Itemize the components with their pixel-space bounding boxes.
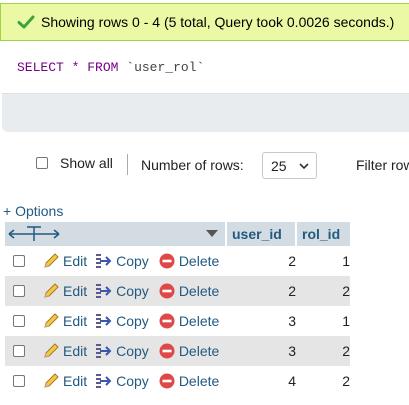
copy-label: Copy [116, 313, 149, 329]
table-row: Edit Copy [5, 276, 350, 306]
row-checkbox[interactable] [13, 255, 25, 267]
copy-icon [96, 374, 112, 388]
copy-icon [96, 254, 112, 268]
delete-link[interactable]: Delete [158, 252, 219, 270]
row-actions-cell: Edit Copy Delete [5, 366, 226, 396]
show-all-label[interactable]: Show all [60, 155, 113, 171]
copy-link[interactable]: Copy [94, 252, 149, 270]
delete-label: Delete [178, 373, 220, 389]
copy-icon [96, 314, 112, 328]
sql-keyword-select: SELECT [17, 60, 64, 75]
edit-link[interactable]: Edit [42, 282, 87, 300]
show-all-checkbox[interactable] [36, 157, 48, 169]
delete-icon [159, 373, 175, 389]
edit-link[interactable]: Edit [42, 312, 87, 330]
delete-label: Delete [178, 343, 220, 359]
edit-link[interactable]: Edit [42, 252, 87, 270]
edit-label: Edit [63, 283, 88, 299]
sql-star: * [71, 60, 80, 75]
number-of-rows-select[interactable]: 25 [262, 152, 317, 179]
edit-link[interactable]: Edit [42, 372, 87, 390]
cell-rol-id[interactable]: 2 [296, 366, 350, 396]
delete-label: Delete [178, 253, 220, 269]
chevron-down-icon [299, 163, 309, 170]
separator [127, 154, 128, 175]
cell-user-id[interactable]: 3 [226, 306, 296, 336]
cell-user-id[interactable]: 3 [226, 336, 296, 366]
number-of-rows-label: Number of rows: [141, 157, 244, 173]
delete-icon [159, 253, 175, 269]
edit-label: Edit [63, 343, 88, 359]
sort-dropdown-icon[interactable] [206, 230, 218, 237]
column-resize-arrows-icon[interactable] [8, 226, 60, 241]
column-header-rol-id[interactable]: rol_id [296, 222, 350, 246]
row-actions-cell: Edit Copy Delete [5, 306, 226, 336]
success-message-text: Showing rows 0 - 4 (5 total, Query took … [41, 14, 395, 30]
row-checkbox[interactable] [13, 315, 25, 327]
cell-rol-id[interactable]: 2 [296, 336, 350, 366]
delete-label: Delete [178, 313, 220, 329]
delete-label: Delete [178, 283, 220, 299]
table-row: Edit Copy [5, 306, 350, 336]
cell-rol-id[interactable]: 2 [296, 276, 350, 306]
pencil-icon [44, 313, 59, 328]
cell-user-id[interactable]: 2 [226, 276, 296, 306]
table-header-row: user_id rol_id [5, 222, 350, 246]
sql-code[interactable]: SELECT * FROM `user_rol` [2, 44, 409, 94]
edit-label: Edit [63, 253, 88, 269]
sql-query-box: SELECT * FROM `user_rol` [2, 44, 409, 132]
delete-icon [159, 283, 175, 299]
delete-icon [159, 343, 175, 359]
row-actions-cell: Edit Copy Delete [5, 276, 226, 306]
cell-rol-id[interactable]: 1 [296, 306, 350, 336]
edit-label: Edit [63, 313, 88, 329]
pencil-icon [44, 283, 59, 298]
copy-icon [96, 284, 112, 298]
sql-keyword-from: FROM [87, 60, 119, 75]
row-actions-cell: Edit Copy Delete [5, 336, 226, 366]
copy-link[interactable]: Copy [94, 282, 149, 300]
copy-link[interactable]: Copy [94, 372, 149, 390]
number-of-rows-value: 25 [271, 158, 287, 174]
copy-label: Copy [116, 343, 149, 359]
edit-link[interactable]: Edit [42, 342, 87, 360]
table-row: Edit Copy [5, 336, 350, 366]
delete-link[interactable]: Delete [158, 282, 219, 300]
row-checkbox[interactable] [13, 345, 25, 357]
cell-user-id[interactable]: 4 [226, 366, 296, 396]
copy-link[interactable]: Copy [94, 312, 149, 330]
pencil-icon [44, 253, 59, 268]
cell-user-id[interactable]: 2 [226, 246, 296, 276]
results-table: user_id rol_id Edit Copy Delete 2 1 Edit… [5, 222, 350, 396]
actions-header [5, 222, 227, 246]
copy-label: Copy [116, 283, 149, 299]
delete-link[interactable]: Delete [158, 312, 219, 330]
checkmark-icon [17, 15, 35, 29]
table-row: Edit Copy [5, 366, 350, 396]
delete-link[interactable]: Delete [158, 342, 219, 360]
delete-link[interactable]: Delete [158, 372, 219, 390]
table-row: Edit Copy [5, 246, 350, 276]
filter-rows-label: Filter rows [356, 157, 409, 173]
edit-label: Edit [63, 373, 88, 389]
pencil-icon [44, 343, 59, 358]
copy-link[interactable]: Copy [94, 342, 149, 360]
delete-icon [159, 313, 175, 329]
row-checkbox[interactable] [13, 285, 25, 297]
row-actions-cell: Edit Copy Delete [5, 246, 226, 276]
cell-rol-id[interactable]: 1 [296, 246, 350, 276]
copy-label: Copy [116, 253, 149, 269]
sql-table-name: `user_rol` [126, 60, 205, 75]
success-message-box: Showing rows 0 - 4 (5 total, Query took … [0, 3, 409, 41]
copy-label: Copy [116, 373, 149, 389]
column-header-user-id[interactable]: user_id [226, 222, 297, 246]
options-link[interactable]: + Options [3, 203, 63, 219]
row-checkbox[interactable] [13, 375, 25, 387]
navigation-bar: Show all Number of rows: 25 Filter rows [0, 148, 409, 184]
copy-icon [96, 344, 112, 358]
pencil-icon [44, 373, 59, 388]
